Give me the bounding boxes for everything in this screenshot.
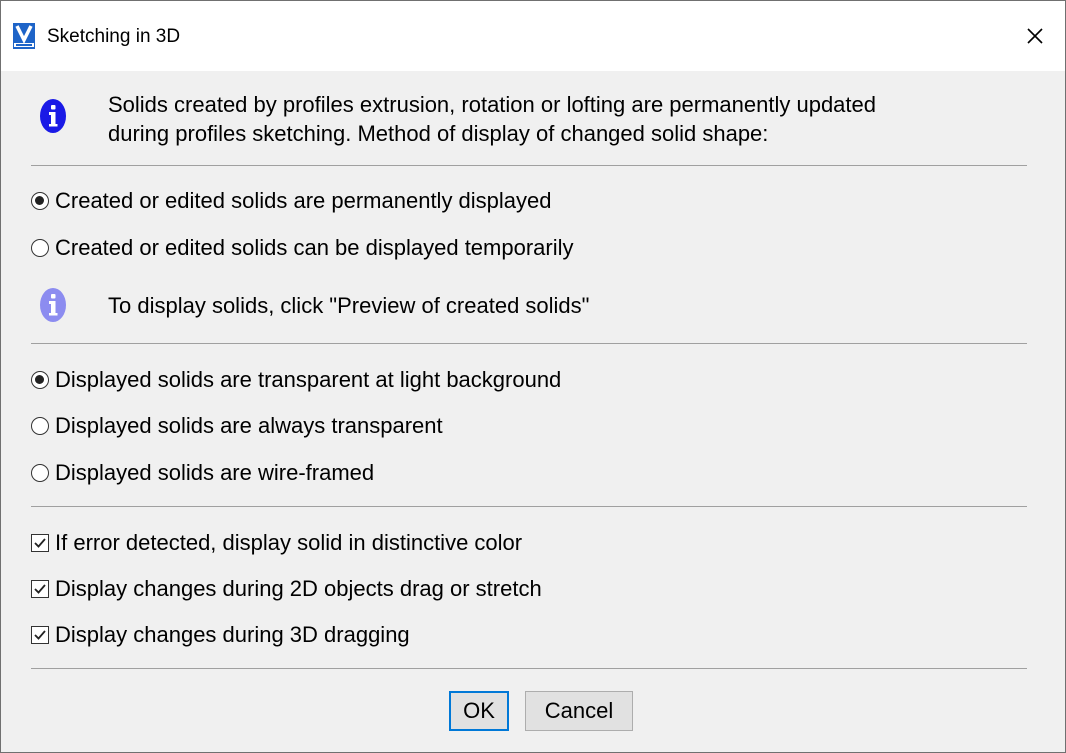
radio-transparent-light-bg[interactable]: Displayed solids are transparent at ligh…	[31, 365, 561, 395]
radio-label: Created or edited solids can be displaye…	[55, 235, 574, 260]
info-hint-icon	[40, 288, 66, 322]
checkbox-label: Display changes during 3D dragging	[55, 622, 410, 647]
checkbox[interactable]	[31, 626, 49, 644]
radio-button[interactable]	[31, 239, 49, 257]
radio-label: Displayed solids are wire-framed	[55, 460, 375, 485]
checkbox-label: Display changes during 2D objects drag o…	[55, 576, 542, 601]
radio-button-selected[interactable]	[31, 371, 49, 389]
checkbox-error-distinctive-color[interactable]: If error detected, display solid in dist…	[31, 528, 522, 558]
checkbox-2d-drag-stretch[interactable]: Display changes during 2D objects drag o…	[31, 574, 542, 604]
checkmark-icon	[34, 584, 46, 594]
intro-text: Solids created by profiles extrusion, ro…	[108, 90, 876, 148]
radio-label: Displayed solids are transparent at ligh…	[55, 367, 562, 392]
radio-wire-framed[interactable]: Displayed solids are wire-framed	[31, 458, 374, 488]
title-bar[interactable]: Sketching in 3D	[1, 1, 1065, 71]
separator	[31, 668, 1027, 669]
checkmark-icon	[34, 538, 46, 548]
checkbox-3d-dragging[interactable]: Display changes during 3D dragging	[31, 620, 410, 650]
intro-line-1: Solids created by profiles extrusion, ro…	[108, 92, 876, 117]
close-icon	[1027, 28, 1043, 44]
checkbox-label: If error detected, display solid in dist…	[55, 530, 523, 555]
radio-button-selected[interactable]	[31, 192, 49, 210]
intro-line-2: during profiles sketching. Method of dis…	[108, 121, 769, 146]
dialog-window: Sketching in 3D Solids created by profil…	[0, 0, 1066, 753]
ok-button[interactable]: OK	[449, 691, 509, 731]
radio-label: Displayed solids are always transparent	[55, 413, 443, 438]
checkmark-icon	[34, 630, 46, 640]
info-icon	[40, 99, 66, 133]
radio-temporarily-displayed[interactable]: Created or edited solids can be displaye…	[31, 233, 574, 263]
separator	[31, 165, 1027, 166]
radio-always-transparent[interactable]: Displayed solids are always transparent	[31, 411, 443, 441]
radio-button[interactable]	[31, 464, 49, 482]
window-title: Sketching in 3D	[47, 26, 181, 47]
radio-button[interactable]	[31, 417, 49, 435]
separator	[31, 506, 1027, 507]
radio-label: Created or edited solids are permanently…	[55, 188, 552, 213]
checkbox[interactable]	[31, 534, 49, 552]
radio-permanently-displayed[interactable]: Created or edited solids are permanently…	[31, 186, 552, 216]
separator	[31, 343, 1027, 344]
varicad-app-icon	[13, 23, 35, 49]
cancel-button[interactable]: Cancel	[525, 691, 633, 731]
close-button[interactable]	[1005, 1, 1065, 71]
checkbox[interactable]	[31, 580, 49, 598]
preview-hint-text: To display solids, click "Preview of cre…	[108, 293, 590, 318]
